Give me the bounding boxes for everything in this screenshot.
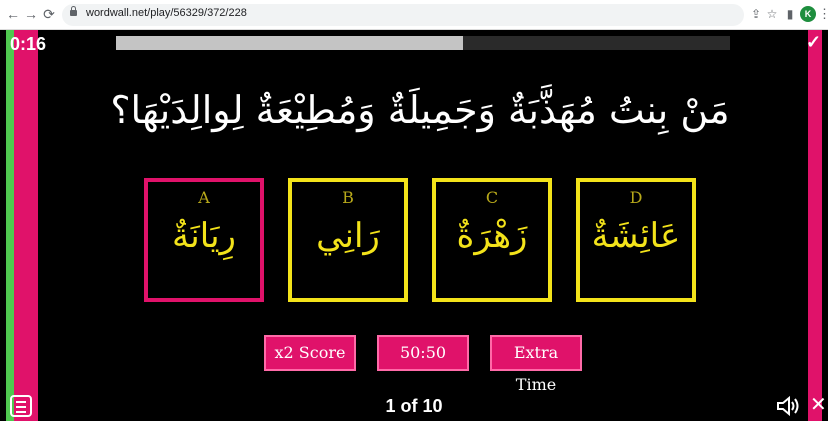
answer-d-text: عَائِشَةٌ — [591, 216, 681, 256]
answer-c-text: زَهْرَةٌ — [456, 216, 528, 256]
star-icon[interactable]: ☆ — [764, 6, 780, 22]
progress-bar — [116, 36, 730, 50]
browser-toolbar: ← → ⟳ wordwall.net/play/56329/372/228 ⇪ … — [0, 0, 828, 30]
answer-c[interactable]: C زَهْرَةٌ — [432, 178, 552, 302]
answer-d-letter: D — [629, 188, 643, 207]
share-icon[interactable]: ⇪ — [748, 6, 764, 22]
answer-b[interactable]: B رَانِي — [288, 178, 408, 302]
answer-b-letter: B — [342, 188, 354, 207]
left-pink-strip — [14, 30, 38, 421]
sidebar-icon[interactable]: ▮ — [782, 6, 798, 22]
progress-fill — [116, 36, 463, 50]
url-text: wordwall.net/play/56329/372/228 — [86, 7, 247, 19]
left-green-strip — [6, 30, 14, 421]
answer-c-letter: C — [485, 188, 499, 207]
back-icon[interactable]: ← — [4, 5, 22, 23]
answer-a-letter: A — [198, 188, 210, 207]
menu-icon[interactable] — [10, 395, 32, 417]
reload-icon[interactable]: ⟳ — [40, 5, 58, 23]
right-pink-strip — [808, 30, 822, 421]
question-text: مَنْ بِنتُ مُهَذَّبَةٌ وَجَمِيلَةٌ وَمُط… — [110, 88, 730, 132]
answer-b-text: رَانِي — [316, 216, 380, 256]
menu-dots-icon[interactable]: ⋮ — [818, 6, 828, 22]
extra-time-button[interactable]: Extra Time — [490, 335, 582, 394]
check-icon: ✓ — [806, 32, 822, 52]
sound-icon[interactable] — [776, 395, 800, 417]
forward-icon[interactable]: → — [22, 5, 40, 23]
timer: 0:16 — [10, 34, 47, 54]
answer-d[interactable]: D عَائِشَةٌ — [576, 178, 696, 302]
lock-icon — [70, 6, 77, 16]
fifty-fifty-button[interactable]: 50:50 — [377, 335, 469, 371]
address-bar[interactable]: wordwall.net/play/56329/372/228 — [62, 4, 744, 26]
game-area: 0:16 ✓ مَنْ بِنتُ مُهَذَّبَةٌ وَجَمِيلَة… — [0, 30, 828, 421]
answer-a-text: رِيَانَةٌ — [172, 216, 236, 256]
close-icon[interactable]: ✕ — [810, 392, 827, 417]
answer-a[interactable]: A رِيَانَةٌ — [144, 178, 264, 302]
double-score-button[interactable]: x2 Score — [264, 335, 356, 371]
question-counter: 1 of 10 — [385, 396, 443, 416]
avatar[interactable]: K — [800, 6, 816, 22]
